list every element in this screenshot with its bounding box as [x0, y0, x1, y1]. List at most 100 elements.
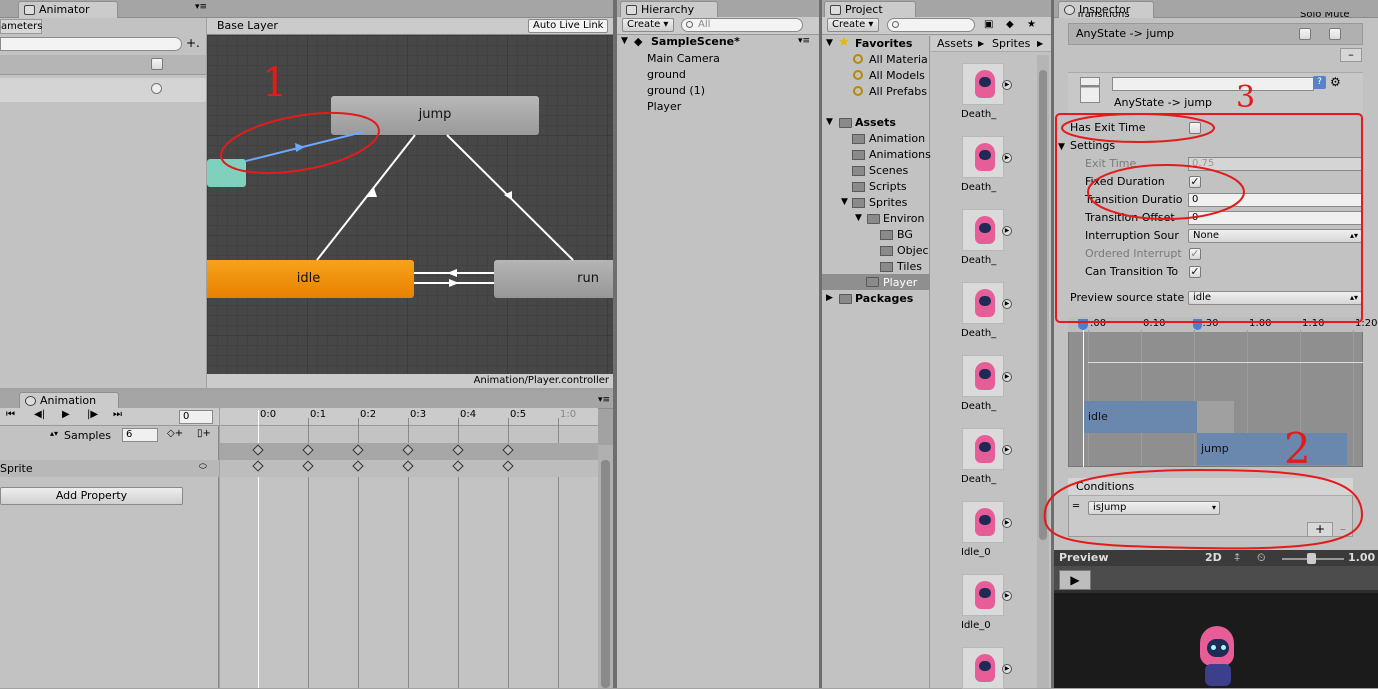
interruption-source-dropdown[interactable]: None ▴▾: [1188, 229, 1362, 243]
favorites-label[interactable]: Favorites: [855, 37, 912, 50]
sprite-thumbnail[interactable]: [962, 136, 1004, 178]
environ-fold-icon[interactable]: ▼: [855, 213, 862, 223]
pivot-icon[interactable]: ⍏: [1234, 551, 1241, 565]
sprite-thumbnail[interactable]: [962, 209, 1004, 251]
project-scroll-thumb[interactable]: [1039, 70, 1047, 540]
asset-folder[interactable]: Scenes: [869, 164, 908, 177]
environ-folder[interactable]: Environ: [883, 212, 924, 225]
parameter-row-2[interactable]: [0, 78, 206, 102]
solo-checkbox[interactable]: [1299, 28, 1311, 40]
file-name[interactable]: Idle_0: [961, 547, 991, 558]
dopesheet-scroll-thumb[interactable]: [601, 460, 610, 688]
tab-animation[interactable]: Animation: [19, 392, 119, 409]
sprite-thumbnail[interactable]: [962, 63, 1004, 105]
frame-field[interactable]: 0: [179, 410, 213, 424]
transition-name-field[interactable]: [1112, 77, 1314, 91]
play-preview-icon[interactable]: ▶: [1002, 664, 1012, 674]
timeline-start-marker[interactable]: [1078, 319, 1088, 330]
timeline-bar-jump[interactable]: jump: [1197, 433, 1347, 465]
trigger-parameter-radio[interactable]: [151, 83, 162, 94]
hierarchy-create-button[interactable]: Create ▾: [622, 18, 674, 32]
transition-offset-field[interactable]: 0: [1188, 211, 1362, 225]
file-name[interactable]: Death_: [961, 182, 996, 193]
sprite-thumbnail[interactable]: [962, 282, 1004, 324]
asset-folder[interactable]: Scripts: [869, 180, 907, 193]
file-name[interactable]: Idle_0: [961, 620, 991, 631]
project-create-button[interactable]: Create ▾: [827, 18, 879, 32]
file-name[interactable]: Death_: [961, 474, 996, 485]
player-folder[interactable]: Player: [883, 276, 917, 289]
menu-icon[interactable]: ▾≡: [195, 2, 207, 12]
play-icon[interactable]: ▶: [62, 409, 70, 420]
speed-icon[interactable]: ⏲: [1257, 551, 1266, 565]
last-key-icon[interactable]: ⏭: [113, 409, 122, 420]
first-key-icon[interactable]: ⏮: [6, 409, 15, 420]
hierarchy-item[interactable]: Main Camera: [647, 52, 720, 65]
drag-handle-icon[interactable]: ═: [1073, 501, 1079, 512]
prev-key-icon[interactable]: ◀|: [34, 409, 45, 420]
play-preview-icon[interactable]: ▶: [1002, 226, 1012, 236]
remove-transition-button[interactable]: –: [1340, 48, 1362, 62]
parameter-row-1[interactable]: [0, 55, 206, 75]
auto-live-link-button[interactable]: Auto Live Link: [528, 19, 609, 33]
play-preview-icon[interactable]: ▶: [1002, 372, 1012, 382]
timeline-end-marker[interactable]: [1193, 319, 1202, 330]
filter-type-icon[interactable]: ▣: [984, 19, 993, 30]
favorite-item[interactable]: All Materia: [869, 53, 928, 66]
bool-parameter-checkbox[interactable]: [151, 58, 163, 70]
can-transition-checkbox[interactable]: ✓: [1189, 266, 1201, 278]
breadcrumb-assets[interactable]: Assets: [937, 37, 973, 50]
play-preview-icon[interactable]: ▶: [1002, 518, 1012, 528]
sprite-thumbnail[interactable]: [962, 355, 1004, 397]
favorite-item[interactable]: All Prefabs: [869, 85, 927, 98]
favorite-star-icon[interactable]: ★: [1027, 19, 1036, 30]
packages-fold-icon[interactable]: ▶: [826, 293, 833, 303]
speed-slider-thumb[interactable]: [1307, 553, 1316, 564]
play-preview-icon[interactable]: ▶: [1002, 299, 1012, 309]
track-options-icon[interactable]: ⬭: [199, 462, 207, 472]
transition-row[interactable]: AnyState -> jump: [1068, 23, 1363, 45]
panel-menu-icon[interactable]: ▾≡: [598, 395, 610, 405]
add-property-button[interactable]: Add Property: [0, 487, 183, 505]
settings-fold-icon[interactable]: ▼: [1058, 142, 1065, 152]
preview-source-dropdown[interactable]: idle ▴▾: [1188, 291, 1362, 305]
tab-animator[interactable]: Animator: [18, 1, 118, 18]
parameter-search[interactable]: [0, 37, 182, 51]
help-icon[interactable]: ?: [1313, 76, 1326, 89]
settings-gear-icon[interactable]: ⚙: [1330, 75, 1341, 89]
time-ruler[interactable]: [220, 408, 598, 426]
has-exit-time-checkbox[interactable]: [1189, 122, 1201, 134]
breadcrumb-sprites[interactable]: Sprites: [992, 37, 1030, 50]
scene-menu-icon[interactable]: ▾≡: [798, 36, 810, 46]
project-search[interactable]: [887, 18, 975, 32]
play-preview-icon[interactable]: ▶: [1002, 80, 1012, 90]
clip-dropdown-arrow[interactable]: ▴▾: [50, 429, 58, 438]
tab-project[interactable]: Project: [824, 1, 916, 18]
environ-folder-item[interactable]: Objec: [897, 244, 929, 257]
hierarchy-item[interactable]: ground (1): [647, 84, 705, 97]
add-keyframe-icon[interactable]: ◇+: [167, 428, 183, 439]
environ-folder-item[interactable]: BG: [897, 228, 913, 241]
samples-field[interactable]: 6: [122, 428, 158, 442]
sprite-thumbnail[interactable]: [962, 574, 1004, 616]
play-preview-icon[interactable]: ▶: [1002, 153, 1012, 163]
favorite-item[interactable]: All Models: [869, 69, 925, 82]
fixed-duration-checkbox[interactable]: ✓: [1189, 176, 1201, 188]
scene-name[interactable]: SampleScene*: [651, 35, 740, 48]
file-name[interactable]: Death_: [961, 401, 996, 412]
play-preview-icon[interactable]: ▶: [1002, 445, 1012, 455]
add-event-icon[interactable]: ▯+: [197, 428, 211, 439]
parameters-tab[interactable]: ameters: [0, 19, 42, 34]
environ-folder-item[interactable]: Tiles: [897, 260, 922, 273]
transition-duration-field[interactable]: 0: [1188, 193, 1362, 207]
add-parameter-icon[interactable]: +.: [186, 36, 200, 50]
condition-parameter-dropdown[interactable]: isJump ▾: [1088, 501, 1220, 515]
play-preview-icon[interactable]: ▶: [1002, 591, 1012, 601]
asset-folder[interactable]: Sprites: [869, 196, 907, 209]
next-key-icon[interactable]: |▶: [87, 409, 98, 420]
tab-hierarchy[interactable]: Hierarchy: [620, 1, 718, 18]
assets-fold-icon[interactable]: ▼: [826, 117, 833, 127]
mute-checkbox[interactable]: [1329, 28, 1341, 40]
remove-condition-button[interactable]: –: [1340, 522, 1346, 536]
hierarchy-item[interactable]: ground: [647, 68, 686, 81]
